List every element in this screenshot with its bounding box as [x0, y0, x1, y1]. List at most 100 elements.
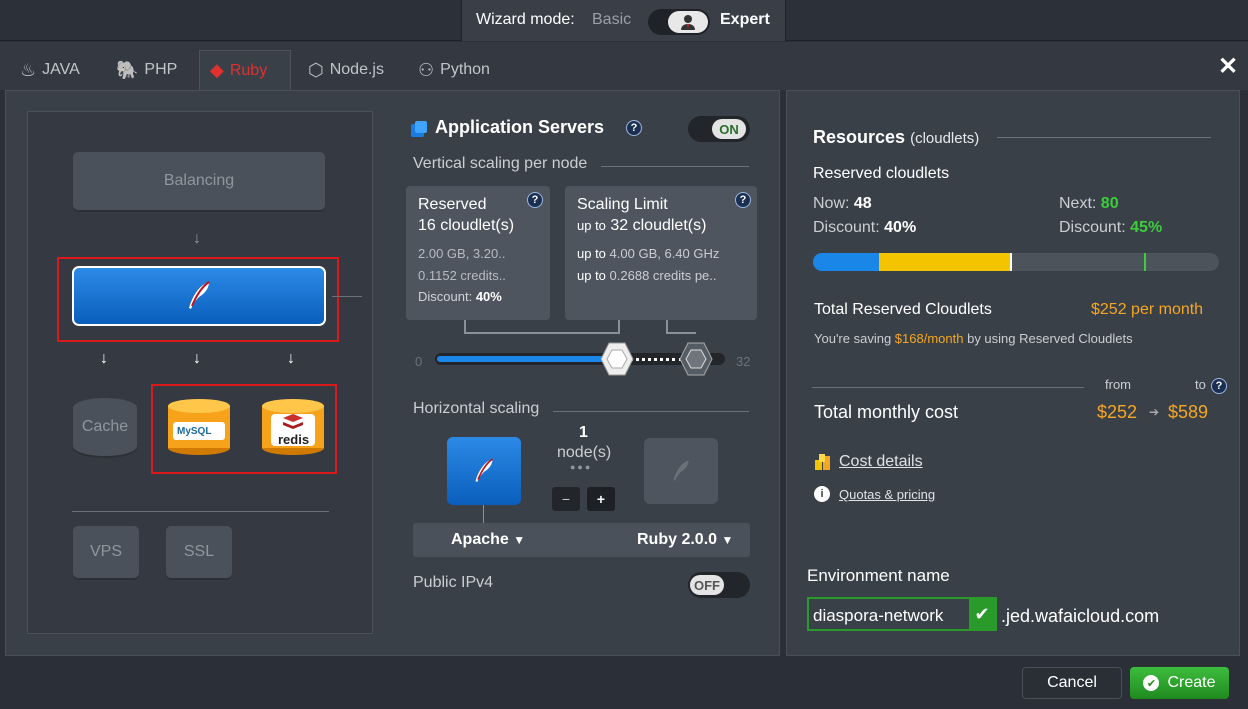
close-icon[interactable]: ✕ — [1218, 52, 1238, 81]
node-icon-inactive — [644, 438, 718, 504]
usage-bar-now — [813, 253, 879, 271]
vps-button[interactable]: VPS — [73, 526, 139, 578]
engine-tabs: ♨ JAVA 🐘 PHP ◆ Ruby ⬡ Node.js ⚇ Python — [0, 42, 1248, 90]
tab-php[interactable]: 🐘 PHP — [106, 50, 187, 90]
reserved-card: Reserved 16 cloudlet(s) 2.00 GB, 3.20.. … — [406, 186, 550, 320]
resources-title: Resources (cloudlets) — [813, 127, 980, 147]
arrow-right-icon: ➔ — [1149, 405, 1160, 419]
help-icon[interactable]: ? — [527, 192, 543, 208]
section-divider — [997, 137, 1211, 138]
tab-java[interactable]: ♨ JAVA — [10, 50, 90, 90]
wizard-mode-toggle[interactable] — [648, 9, 710, 35]
version-select[interactable]: Ruby 2.0.0 ▼ — [637, 531, 733, 549]
cost-to: $589 — [1168, 402, 1209, 422]
increase-nodes-button[interactable]: + — [587, 487, 615, 511]
now-discount: Discount: 40% — [813, 219, 917, 236]
connector-line — [332, 296, 362, 297]
server-icon — [411, 121, 427, 137]
help-icon[interactable]: ? — [626, 120, 642, 136]
wizard-expert-option[interactable]: Expert — [720, 11, 770, 29]
arrow-down-icon: ↓ — [193, 350, 201, 367]
nodejs-icon: ⬡ — [308, 59, 324, 80]
tab-ruby[interactable]: ◆ Ruby — [199, 50, 291, 90]
decrease-nodes-button[interactable]: − — [552, 487, 580, 511]
public-ipv4-toggle[interactable]: OFF — [688, 572, 750, 598]
coins-icon — [815, 454, 830, 470]
environment-name-label: Environment name — [807, 566, 950, 585]
total-reserved-label: Total Reserved Cloudlets — [814, 301, 992, 318]
wizard-mode-switch: Wizard mode: Basic Expert — [461, 0, 786, 41]
app-servers-section: Application Servers ? ON Vertical scalin… — [401, 111, 757, 651]
mysql-button[interactable]: MySQL — [167, 398, 231, 456]
node-icon-active[interactable] — [447, 437, 521, 505]
cache-button[interactable]: Cache — [73, 398, 137, 456]
topology-panel: Balancing ↓ ↓ ↓ ↓ Cache MySQL redis VPS … — [27, 111, 373, 634]
cloudlets-usage-bar — [813, 253, 1219, 271]
resources-panel: Resources (cloudlets) Reserved cloudlets… — [786, 90, 1240, 656]
app-servers-title: Application Servers — [435, 117, 605, 137]
total-reserved-value: $252 per month — [1091, 301, 1204, 318]
horizontal-scaling-label: Horizontal scaling — [413, 400, 540, 417]
redis-button[interactable]: redis — [261, 398, 325, 456]
now-value: Now: 48 — [813, 195, 872, 212]
arrow-down-icon: ↓ — [193, 230, 201, 247]
redis-icon — [262, 399, 324, 455]
check-circle-icon: ✔ — [1143, 675, 1160, 691]
reserved-cloudlets-label: Reserved cloudlets — [813, 165, 950, 182]
topology-divider — [72, 511, 329, 512]
wizard-mode-label: Wizard mode: — [476, 11, 575, 28]
feather-icon — [189, 281, 210, 309]
next-value: Next: 80 — [1059, 195, 1119, 212]
reserved-handle[interactable] — [599, 341, 635, 377]
limit-connector — [666, 320, 696, 334]
arrow-down-icon: ↓ — [287, 350, 295, 367]
usage-bar-marker — [1010, 253, 1012, 271]
tab-nodejs[interactable]: ⬡ Node.js — [298, 50, 394, 90]
slider-fill — [437, 356, 617, 362]
help-icon[interactable]: ? — [735, 192, 751, 208]
section-divider — [812, 387, 1084, 388]
reserved-connector — [464, 320, 620, 334]
node-count: 1 — [579, 424, 588, 441]
python-icon: ⚇ — [418, 59, 435, 80]
check-icon: ✔ — [969, 599, 995, 629]
help-icon[interactable]: ? — [1211, 378, 1227, 394]
cost-details-link[interactable]: Cost details — [839, 453, 923, 471]
chevron-down-icon: ▼ — [721, 533, 734, 547]
cancel-button[interactable]: Cancel — [1022, 667, 1122, 699]
app-servers-toggle[interactable]: ON — [688, 116, 750, 142]
wizard-basic-option[interactable]: Basic — [592, 11, 631, 29]
php-icon: 🐘 — [116, 59, 139, 80]
environment-domain: .jed.wafaicloud.com — [1001, 606, 1160, 626]
usage-bar-reserved — [879, 253, 1011, 271]
public-ipv4-label: Public IPv4 — [413, 574, 494, 591]
chevron-down-icon: ▼ — [513, 533, 526, 547]
section-divider — [553, 411, 749, 412]
tab-python[interactable]: ⚇ Python — [408, 50, 500, 90]
user-avatar-icon — [668, 11, 708, 33]
environment-name-field[interactable]: diaspora-network ✔ — [807, 597, 997, 631]
feather-icon — [475, 458, 493, 483]
feather-icon — [673, 460, 689, 481]
scaling-limit-card: Scaling Limit up to 32 cloudlet(s) up to… — [565, 186, 757, 320]
section-divider — [601, 166, 749, 167]
ruby-icon: ◆ — [210, 60, 224, 80]
configuration-panel: Balancing ↓ ↓ ↓ ↓ Cache MySQL redis VPS … — [5, 90, 780, 656]
usage-bar-next-marker — [1144, 253, 1146, 271]
balancing-button[interactable]: Balancing — [73, 152, 325, 210]
ssl-button[interactable]: SSL — [166, 526, 232, 578]
info-icon: i — [814, 486, 830, 502]
app-server-node-button[interactable] — [72, 266, 326, 326]
quotas-pricing-link[interactable]: Quotas & pricing — [839, 487, 935, 502]
create-button[interactable]: ✔ Create — [1130, 667, 1229, 699]
cost-from: $252 — [1097, 402, 1138, 422]
node-count-label: node(s) — [557, 444, 612, 461]
monthly-cost-label: Total monthly cost — [814, 402, 959, 422]
web-server-select[interactable]: Apache ▼ — [451, 531, 525, 549]
vertical-scaling-label: Vertical scaling per node — [413, 155, 588, 172]
arrow-down-icon: ↓ — [100, 350, 108, 367]
next-discount: Discount: 45% — [1059, 219, 1163, 236]
dots: ●●● — [570, 462, 593, 472]
limit-handle[interactable] — [678, 341, 714, 377]
saving-text: You're saving $168/month by using Reserv… — [814, 331, 1133, 346]
